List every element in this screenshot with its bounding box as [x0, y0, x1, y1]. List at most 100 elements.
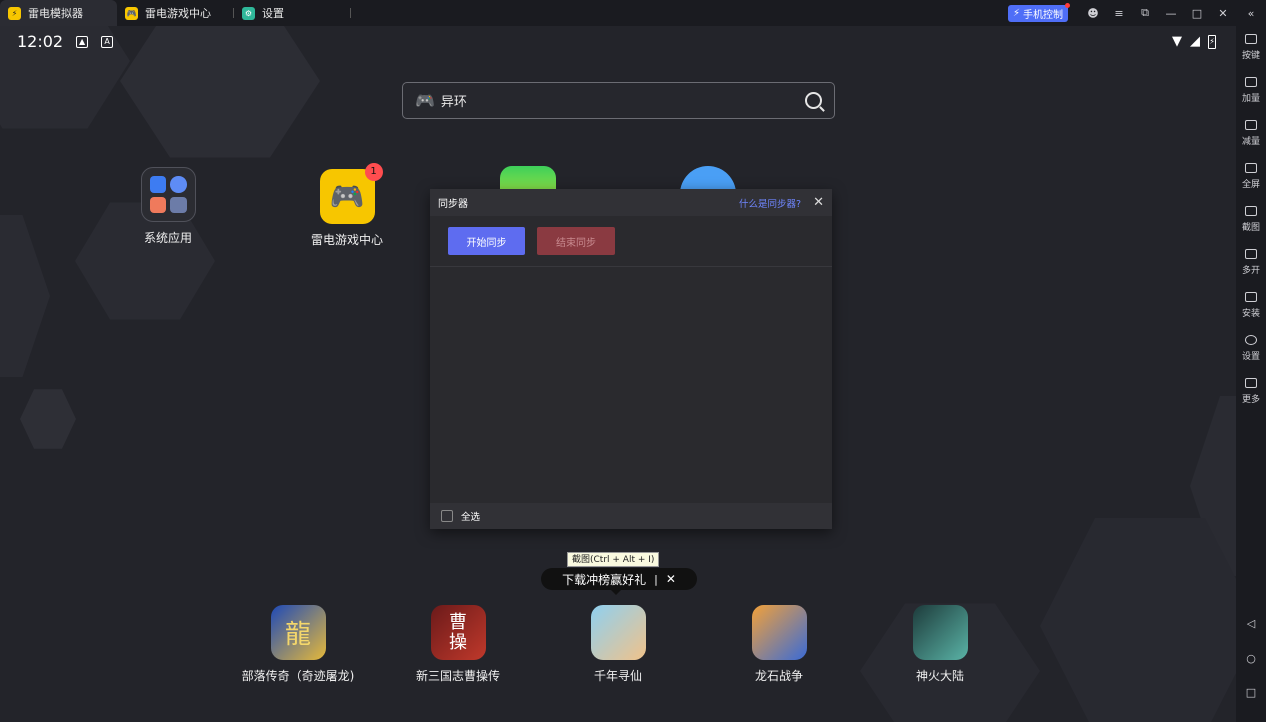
search-bar[interactable]: 🎮	[402, 82, 835, 119]
dialog-actions: 开始同步 结束同步	[430, 216, 832, 267]
more-icon	[1245, 378, 1257, 388]
home-icon[interactable]: ○	[1236, 652, 1266, 665]
app-game-center[interactable]: 🎮 1 雷电游戏中心	[292, 163, 402, 248]
contacts-app-icon	[170, 196, 187, 213]
tab-label: 雷电游戏中心	[145, 7, 211, 20]
maximize-icon[interactable]: □	[1184, 7, 1210, 20]
volume-up-icon	[1245, 77, 1257, 87]
wifi-icon: ▼	[1172, 34, 1182, 49]
right-toolbar: 按键 加量 减量 全屏 截图 多开 安装 设置 更多 ◁ ○ □	[1236, 26, 1266, 722]
restore-window-icon[interactable]: ⧉	[1132, 6, 1158, 20]
keymap-button[interactable]: 按键	[1236, 26, 1266, 69]
install-button[interactable]: 安装	[1236, 284, 1266, 327]
battery-icon: ⚡	[1208, 34, 1216, 49]
tab-label: 雷电模拟器	[28, 7, 83, 20]
screenshot-tooltip: 截图(Ctrl + Alt + I)	[567, 552, 660, 567]
game-character-icon	[590, 605, 646, 660]
volume-down-icon	[1245, 120, 1257, 130]
notification-dot	[1065, 2, 1070, 8]
menu-icon[interactable]: ≡	[1106, 7, 1132, 20]
background-hexagon	[120, 26, 320, 158]
multi-instance-button[interactable]: 多开	[1236, 241, 1266, 284]
keyboard-icon	[1245, 34, 1257, 44]
toolbar-label: 更多	[1241, 395, 1260, 405]
close-icon[interactable]: ✕	[666, 572, 676, 586]
settings-button[interactable]: 设置	[1236, 327, 1266, 370]
dialog-footer: 全选	[430, 503, 832, 529]
browser-app-icon	[170, 176, 187, 193]
app-label: 系统应用	[143, 231, 192, 245]
dialog-title: 同步器	[438, 199, 468, 210]
recents-icon[interactable]: □	[1236, 686, 1266, 699]
android-screen[interactable]: 12:02 ▲ A ▼ ◢ ⚡ 🎮 系统应用 🎮 1 雷电游戏中心 同步器	[0, 26, 1236, 722]
back-icon[interactable]: ◁	[1236, 617, 1266, 630]
folder-icon	[140, 167, 196, 222]
settings-icon: ⚙	[242, 6, 255, 20]
app-label: 部落传奇（奇迹屠龙)	[241, 669, 355, 683]
start-sync-button[interactable]: 开始同步	[448, 227, 525, 255]
gallery-app-icon	[149, 196, 166, 213]
tab-ldplayer[interactable]: ⚡ 雷电模拟器	[0, 0, 117, 26]
app-label: 龙石战争	[754, 669, 803, 683]
collapse-sidebar-icon[interactable]: «	[1236, 7, 1266, 20]
toolbar-label: 设置	[1241, 352, 1260, 362]
apk-install-icon	[1245, 292, 1257, 302]
game-dragon-icon: 龍	[270, 605, 326, 660]
multi-instance-icon	[1245, 249, 1257, 259]
game-castle-icon	[751, 605, 807, 660]
signal-icon: ◢	[1190, 34, 1200, 49]
close-icon[interactable]: ✕	[1210, 7, 1236, 20]
notification-badge: 1	[364, 163, 383, 181]
lightning-icon: ⚡	[1012, 7, 1020, 19]
gear-icon	[1245, 335, 1257, 345]
minimize-icon[interactable]: —	[1158, 7, 1184, 20]
app-game[interactable]: 神火大陆	[885, 605, 995, 684]
background-hexagon	[20, 389, 76, 449]
app-game[interactable]: 千年寻仙	[563, 605, 673, 684]
select-all-label: 全选	[461, 512, 481, 523]
app-game[interactable]: 龙石战争	[724, 605, 834, 684]
search-input[interactable]	[440, 93, 805, 108]
divider: |	[654, 572, 658, 586]
fullscreen-button[interactable]: 全屏	[1236, 155, 1266, 198]
avatar-icon[interactable]: ☻	[1080, 7, 1106, 20]
screenshot-button[interactable]: 截图	[1236, 198, 1266, 241]
select-all-checkbox[interactable]	[441, 510, 453, 522]
tab-label: 设置	[262, 7, 284, 20]
promo-text: 下载冲榜赢好礼	[562, 572, 647, 587]
end-sync-button[interactable]: 结束同步	[537, 227, 615, 255]
tab-game-center[interactable]: 🎮 雷电游戏中心	[117, 0, 234, 26]
app-label: 神火大陆	[915, 669, 964, 683]
phone-control-button[interactable]: ⚡ 手机控制	[1007, 2, 1070, 22]
tab-settings[interactable]: ⚙ 设置	[234, 0, 351, 26]
fullscreen-icon	[1245, 163, 1257, 173]
scissors-icon	[1245, 206, 1257, 216]
game-caocao-icon: 曹操	[430, 605, 486, 660]
promo-banner[interactable]: 下载冲榜赢好礼 | ✕	[541, 568, 697, 595]
tab-separator	[350, 8, 351, 18]
toolbar-label: 全屏	[1241, 180, 1260, 190]
clock: 12:02	[17, 32, 64, 51]
system-indicators: ▼ ◢ ⚡	[1172, 34, 1216, 49]
close-icon[interactable]: ✕	[813, 195, 824, 210]
settings-app-icon	[149, 176, 166, 193]
volume-down-button[interactable]: 减量	[1236, 112, 1266, 155]
game-center-icon: 🎮 1	[319, 163, 383, 224]
app-game[interactable]: 龍 部落传奇（奇迹屠龙)	[224, 605, 372, 684]
search-icon[interactable]	[805, 92, 822, 109]
app-label: 新三国志曹操传	[415, 669, 500, 683]
a-icon: A	[101, 35, 114, 48]
volume-up-button[interactable]: 加量	[1236, 69, 1266, 112]
phone-control-label: 手机控制	[1023, 9, 1063, 21]
gamepad-icon: 🎮	[415, 91, 435, 110]
app-system-apps[interactable]: 系统应用	[113, 167, 223, 246]
app-game[interactable]: 曹操 新三国志曹操传	[403, 605, 513, 684]
help-link[interactable]: 什么是同步器?	[739, 196, 801, 210]
image-icon: ▲	[76, 35, 89, 48]
toolbar-label: 截图	[1241, 223, 1260, 233]
dialog-header: 同步器 什么是同步器? ✕	[430, 189, 832, 216]
more-button[interactable]: 更多	[1236, 370, 1266, 413]
synchronizer-dialog: 同步器 什么是同步器? ✕ 开始同步 结束同步 全选	[430, 189, 832, 529]
toolbar-label: 多开	[1241, 266, 1260, 276]
game-center-icon: 🎮	[125, 6, 138, 20]
